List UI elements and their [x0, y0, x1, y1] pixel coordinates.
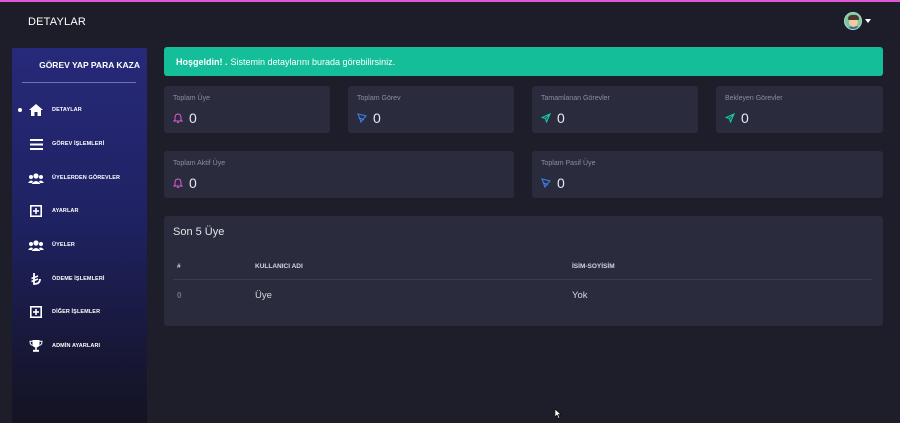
stat-label: Toplam Pasif Üye [541, 160, 596, 167]
sidebar-item-label: AYARLAR [52, 208, 79, 214]
sidebar-item-label: GÖREV İŞLEMLERİ [52, 141, 105, 147]
rocket-icon [357, 113, 367, 123]
table-header-username: KULLANICI ADI [255, 263, 303, 270]
stat-label: Bekleyen Görevler [725, 95, 783, 102]
home-icon [28, 103, 44, 117]
active-indicator [18, 108, 22, 112]
bell-icon [173, 178, 183, 188]
lira-icon [28, 272, 44, 286]
stat-card-toplam-uye: Toplam Üye 0 [164, 86, 330, 133]
users-icon [28, 171, 44, 185]
send-icon [541, 113, 551, 123]
sidebar-item-uyelerden-gorevler[interactable]: ÜYELERDEN GÖREVLER [12, 168, 147, 188]
sidebar-item-detaylar[interactable]: DETAYLAR [12, 100, 147, 120]
stat-value: 0 [557, 175, 565, 191]
sidebar: GÖREV YAP PARA KAZA DETAYLAR GÖREV İŞLEM… [12, 48, 147, 423]
welcome-alert: Hoşgeldin! . Sistemin detaylarını burada… [164, 47, 883, 76]
table-cell-username: Üye [255, 290, 272, 301]
sidebar-item-label: DETAYLAR [52, 107, 82, 113]
table-cell-fullname: Yok [572, 290, 588, 301]
stat-card-toplam-pasif-uye: Toplam Pasif Üye 0 [532, 151, 883, 198]
bell-icon [173, 113, 183, 123]
stat-card-toplam-gorev: Toplam Görev 0 [348, 86, 514, 133]
sidebar-item-label: ÖDEME İŞLEMLERİ [52, 276, 105, 282]
stat-value: 0 [189, 175, 197, 191]
stat-label: Toplam Üye [173, 95, 210, 102]
table-header-fullname: İSİM-SOYİSİM [572, 263, 615, 270]
page-title: DETAYLAR [28, 16, 87, 28]
sidebar-item-label: ÜYELERDEN GÖREVLER [52, 175, 121, 181]
table-header-index: # [177, 263, 181, 270]
sidebar-item-label: ADMİN AYARLARI [52, 343, 101, 349]
stat-label: Toplam Görev [357, 95, 401, 102]
chevron-down-icon[interactable] [865, 19, 871, 23]
stat-value: 0 [189, 110, 197, 126]
sidebar-brand[interactable]: GÖREV YAP PARA KAZA [12, 60, 147, 70]
top-navbar: DETAYLAR [0, 2, 900, 42]
trophy-icon [28, 339, 44, 353]
send-icon [725, 113, 735, 123]
stat-card-toplam-aktif-uye: Toplam Aktif Üye 0 [164, 151, 514, 198]
plus-square-icon [28, 204, 44, 218]
mouse-cursor-icon [554, 406, 562, 423]
recent-members-card: Son 5 Üye # KULLANICI ADI İSİM-SOYİSİM 0… [164, 216, 883, 326]
user-menu-toggle[interactable] [844, 12, 871, 30]
plus-square-icon [28, 305, 44, 319]
rocket-icon [541, 178, 551, 188]
stat-value: 0 [373, 110, 381, 126]
stat-label: Toplam Aktif Üye [173, 160, 226, 167]
alert-strong: Hoşgeldin! . [176, 56, 228, 67]
stat-label: Tamamlanan Görevler [541, 95, 610, 102]
alert-text: Sistemin detaylarını burada görebilirsin… [230, 56, 396, 67]
sidebar-divider [22, 82, 136, 83]
card-title: Son 5 Üye [173, 226, 225, 238]
avatar[interactable] [844, 12, 862, 30]
sidebar-item-gorev-islemleri[interactable]: GÖREV İŞLEMLERİ [12, 134, 147, 154]
sidebar-item-odeme-islemleri[interactable]: ÖDEME İŞLEMLERİ [12, 269, 147, 289]
sidebar-item-ayarlar[interactable]: AYARLAR [12, 201, 147, 221]
stat-card-tamamlanan-gorevler: Tamamlanan Görevler 0 [532, 86, 698, 133]
table-cell-index: 0 [177, 291, 182, 300]
stat-value: 0 [557, 110, 565, 126]
table-divider [173, 279, 872, 280]
sidebar-item-diger-islemler[interactable]: DİĞER İŞLEMLER [12, 302, 147, 322]
users-icon [28, 238, 44, 252]
sidebar-item-label: ÜYELER [52, 242, 75, 248]
sidebar-item-uyeler[interactable]: ÜYELER [12, 235, 147, 255]
sidebar-item-label: DİĞER İŞLEMLER [52, 309, 101, 315]
sidebar-item-admin-ayarlari[interactable]: ADMİN AYARLARI [12, 336, 147, 356]
stat-value: 0 [741, 110, 749, 126]
list-icon [28, 137, 44, 151]
stat-card-bekleyen-gorevler: Bekleyen Görevler 0 [716, 86, 883, 133]
